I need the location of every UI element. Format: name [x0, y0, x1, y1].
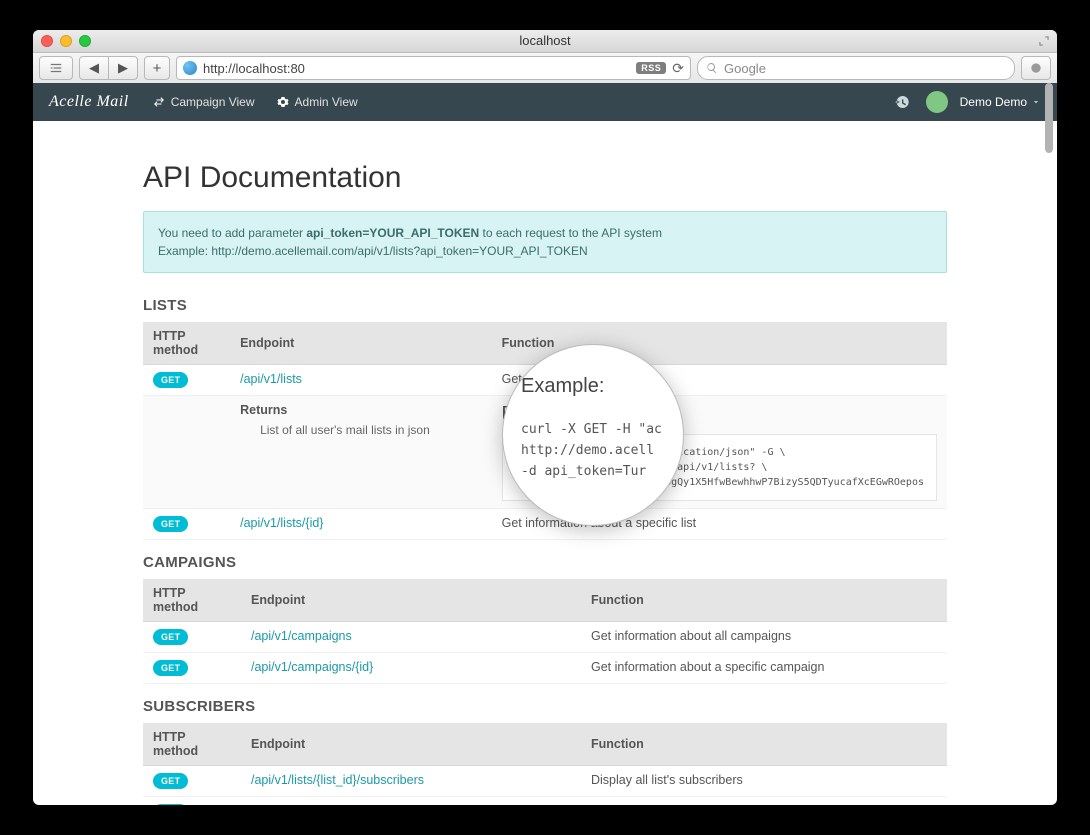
search-placeholder: Google	[724, 61, 766, 76]
section-title-campaigns: CAMPAIGNS	[143, 554, 947, 571]
browser-window: localhost ◀ ▶ + http://localhost:80 RSS …	[33, 30, 1057, 805]
endpoint-link[interactable]: /api/v1/lists/{id}	[240, 516, 323, 530]
forward-button[interactable]: ▶	[108, 56, 138, 80]
section-title-subscribers: SUBSCRIBERS	[143, 698, 947, 715]
app-logo[interactable]: Acelle Mail	[49, 93, 129, 111]
col-method: HTTP method	[143, 322, 230, 365]
add-tab-button[interactable]: +	[144, 56, 170, 80]
search-box[interactable]: Google	[697, 56, 1015, 80]
user-name: Demo Demo	[960, 95, 1027, 109]
scroll-thumb[interactable]	[1045, 83, 1053, 153]
method-pill: GET	[153, 660, 188, 676]
endpoint-link[interactable]: /api/v1/lists/{list_id}/subscribers	[251, 773, 424, 787]
globe-icon	[183, 61, 197, 75]
col-endpoint: Endpoint	[230, 322, 492, 365]
sidebar-toggle-button[interactable]	[39, 56, 73, 80]
endpoint-link[interactable]: /api/v1/lists/{list_id}/subscribers/{id}	[251, 804, 446, 805]
info-alert: You need to add parameter api_token=YOUR…	[143, 211, 947, 273]
method-pill: GET	[153, 629, 188, 645]
page-scrollbar[interactable]	[1043, 83, 1055, 805]
returns-body: List of all user's mail lists in json	[240, 423, 482, 437]
user-menu[interactable]: Demo Demo	[926, 91, 1041, 113]
chevron-down-icon	[1031, 97, 1041, 107]
browser-toolbar: ◀ ▶ + http://localhost:80 RSS ⟳ Google	[33, 53, 1057, 84]
back-button[interactable]: ◀	[79, 56, 109, 80]
nav-campaign-view[interactable]: Campaign View	[153, 95, 255, 109]
method-pill: GET	[153, 804, 188, 805]
gear-icon	[277, 96, 289, 108]
magnifier-lens: Example: curl -X GET -H "ac http://demo.…	[502, 344, 684, 526]
address-bar[interactable]: http://localhost:80 RSS ⟳	[176, 56, 691, 80]
nav-admin-view[interactable]: Admin View	[277, 95, 358, 109]
endpoint-link[interactable]: /api/v1/campaigns	[251, 629, 352, 643]
nav-buttons: ◀ ▶	[79, 56, 138, 80]
header-nav: Campaign View Admin View	[153, 95, 358, 109]
app-header: Acelle Mail Campaign View Admin View Dem…	[33, 83, 1057, 121]
endpoint-link[interactable]: /api/v1/lists	[240, 372, 302, 386]
page-title: API Documentation	[143, 161, 947, 195]
table-row[interactable]: GET /api/v1/campaigns/{id} Get informati…	[143, 653, 947, 684]
minimize-icon[interactable]	[60, 35, 72, 47]
table-subscribers: HTTP method Endpoint Function GET /api/v…	[143, 723, 947, 805]
page-viewport: Acelle Mail Campaign View Admin View Dem…	[33, 83, 1057, 805]
method-pill: GET	[153, 372, 188, 388]
section-title-lists: LISTS	[143, 297, 947, 314]
table-row[interactable]: GET /api/v1/lists/{list_id}/subscribers …	[143, 766, 947, 797]
rss-badge[interactable]: RSS	[636, 62, 666, 74]
method-pill: GET	[153, 516, 188, 532]
method-pill: GET	[153, 773, 188, 789]
endpoint-link[interactable]: /api/v1/campaigns/{id}	[251, 660, 373, 674]
lens-title: Example:	[521, 375, 669, 398]
fullscreen-icon[interactable]	[1037, 34, 1051, 48]
close-icon[interactable]	[41, 35, 53, 47]
reload-icon[interactable]: ⟳	[672, 60, 684, 77]
table-row[interactable]: GET /api/v1/lists/{id} Get information a…	[143, 509, 947, 540]
window-title: localhost	[519, 33, 570, 48]
zoom-icon[interactable]	[79, 35, 91, 47]
table-campaigns: HTTP method Endpoint Function GET /api/v…	[143, 579, 947, 684]
search-icon	[706, 62, 718, 74]
history-icon[interactable]	[894, 94, 910, 110]
table-row[interactable]: GET /api/v1/campaigns Get information ab…	[143, 622, 947, 653]
swap-icon	[153, 96, 165, 108]
url-text: http://localhost:80	[203, 61, 305, 76]
lens-code: curl -X GET -H "ac http://demo.acell -d …	[521, 408, 669, 482]
window-controls	[41, 35, 91, 47]
avatar	[926, 91, 948, 113]
returns-title: Returns	[240, 403, 482, 417]
table-row[interactable]: GET /api/v1/lists/{list_id}/subscribers/…	[143, 797, 947, 806]
window-titlebar: localhost	[33, 30, 1057, 53]
extensions-button[interactable]	[1021, 56, 1051, 80]
